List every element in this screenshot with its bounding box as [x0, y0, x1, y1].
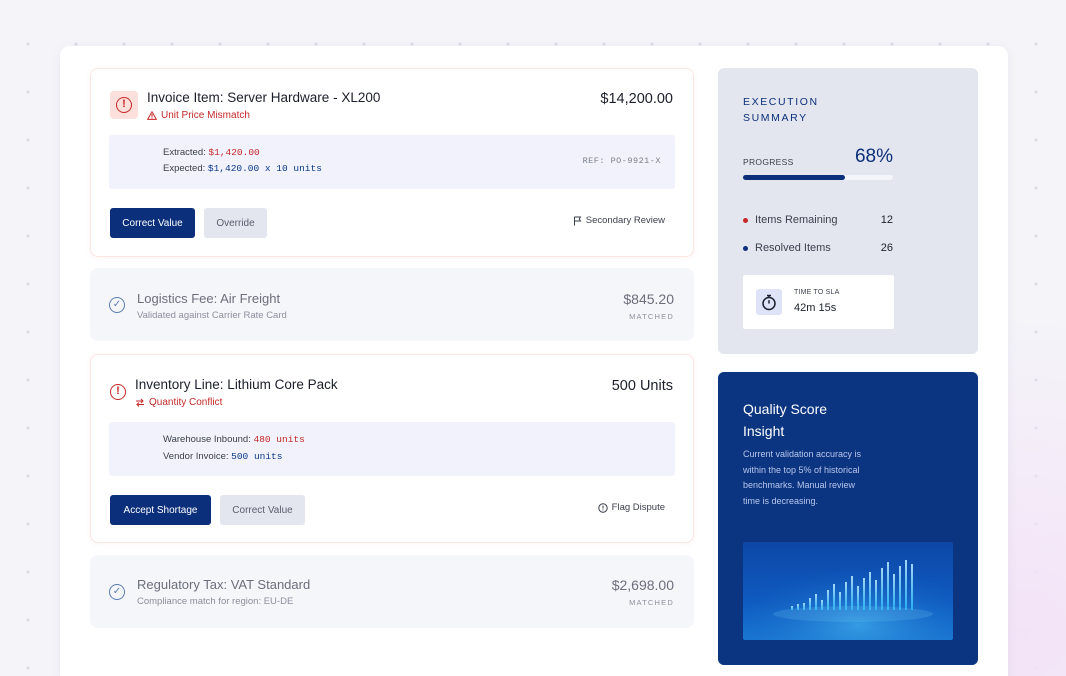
- accept-shortage-button[interactable]: Accept Shortage: [110, 495, 211, 525]
- item-subtitle: Validated against Carrier Rate Card: [137, 310, 287, 321]
- remaining-label: Items Remaining: [755, 214, 838, 226]
- sla-timer: TIME TO SLA 42m 15s: [743, 275, 894, 329]
- vendor-label: Vendor Invoice:: [163, 451, 229, 462]
- resolved-label: Resolved Items: [755, 242, 831, 254]
- warehouse-label: Warehouse Inbound:: [163, 434, 251, 445]
- resolved-dot: [743, 246, 748, 251]
- info-circle-icon: [597, 502, 608, 513]
- progress-value: 68%: [854, 146, 893, 167]
- remaining-value: 12: [880, 214, 893, 226]
- item-title: Invoice Item: Server Hardware - XL200: [147, 90, 381, 105]
- item-amount: $2,698.00: [611, 577, 674, 593]
- resolved-value: 26: [880, 242, 893, 254]
- execution-summary: EXECUTION SUMMARY PROGRESS 68% Items Rem…: [718, 68, 978, 354]
- flag-dispute-button[interactable]: Flag Dispute: [597, 502, 665, 513]
- insight-title: Quality Score Insight: [743, 401, 828, 439]
- summary-title: EXECUTION SUMMARY: [743, 96, 819, 124]
- item-title: Inventory Line: Lithium Core Pack: [135, 377, 338, 392]
- insight-body: Current validation accuracy is within th…: [743, 449, 862, 506]
- alert-icon: !: [116, 97, 132, 113]
- reference-code: REF: PO-9921-X: [582, 156, 661, 166]
- issue-text: Unit Price Mismatch: [161, 110, 250, 121]
- alert-badge: !: [110, 91, 138, 119]
- extracted-value: $1,420.00: [208, 147, 260, 158]
- item-amount: 500 Units: [611, 378, 673, 394]
- issue-label: Unit Price Mismatch: [147, 110, 250, 121]
- vendor-value: 500 units: [231, 451, 283, 462]
- warehouse-line: Warehouse Inbound: 480 units: [163, 434, 305, 445]
- progress-fill: [743, 175, 845, 180]
- expected-label: Expected:: [163, 163, 206, 174]
- vendor-line: Vendor Invoice: 500 units: [163, 451, 282, 462]
- secondary-review-label: Secondary Review: [585, 215, 665, 226]
- correct-value-button[interactable]: Correct Value: [110, 208, 195, 238]
- expected-line: Expected: $1,420.00 x 10 units: [163, 163, 322, 174]
- alert-icon: !: [110, 384, 126, 400]
- flag-icon: [573, 216, 582, 225]
- warning-triangle-icon: [147, 111, 157, 120]
- invoice-item-card: ! Invoice Item: Server Hardware - XL200 …: [90, 68, 694, 257]
- check-icon: ✓: [109, 584, 125, 600]
- extracted-label: Extracted:: [163, 147, 206, 158]
- extracted-line: Extracted: $1,420.00: [163, 147, 260, 158]
- value-comparison: Extracted: $1,420.00 Expected: $1,420.00…: [109, 135, 675, 189]
- warehouse-value: 480 units: [253, 434, 305, 445]
- check-icon: ✓: [109, 297, 125, 313]
- logistics-fee-card: ✓ Logistics Fee: Air Freight Validated a…: [90, 268, 694, 341]
- override-button[interactable]: Override: [204, 208, 267, 238]
- item-amount: $14,200.00: [600, 91, 673, 107]
- progress-label: PROGRESS: [743, 157, 794, 167]
- data-visualization-image: [743, 542, 953, 640]
- quality-score-insight: Quality Score Insight Current validation…: [718, 372, 978, 665]
- regulatory-tax-card: ✓ Regulatory Tax: VAT Standard Complianc…: [90, 555, 694, 628]
- quantity-comparison: Warehouse Inbound: 480 units Vendor Invo…: [109, 422, 675, 476]
- remaining-dot: [743, 218, 748, 223]
- matched-badge: MATCHED: [629, 598, 674, 607]
- matched-badge: MATCHED: [629, 312, 674, 321]
- item-subtitle: Compliance match for region: EU-DE: [137, 596, 294, 607]
- secondary-review-button[interactable]: Secondary Review: [573, 215, 665, 226]
- sla-label: TIME TO SLA: [794, 289, 840, 296]
- stopwatch-icon: [756, 289, 782, 315]
- correct-value-button[interactable]: Correct Value: [220, 495, 305, 525]
- swap-arrows-icon: [136, 398, 144, 407]
- inventory-line-card: ! Inventory Line: Lithium Core Pack Quan…: [90, 354, 694, 543]
- progress-bar: [743, 175, 893, 180]
- issue-label: Quantity Conflict: [135, 397, 222, 408]
- issue-text: Quantity Conflict: [149, 397, 223, 408]
- item-amount: $845.20: [623, 291, 674, 307]
- expected-value: $1,420.00 x 10 units: [207, 163, 322, 174]
- flag-dispute-label: Flag Dispute: [611, 502, 665, 513]
- item-title: Logistics Fee: Air Freight: [137, 291, 281, 306]
- sla-value: 42m 15s: [794, 302, 837, 314]
- item-title: Regulatory Tax: VAT Standard: [137, 577, 311, 592]
